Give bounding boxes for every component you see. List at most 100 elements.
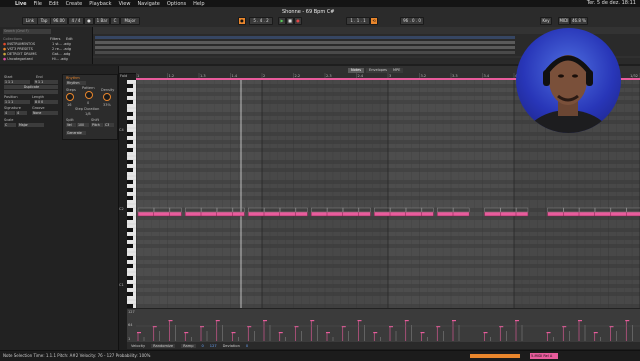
velocity-lane[interactable]: 127 64 1 (127, 308, 640, 343)
menu-file[interactable]: File (34, 1, 42, 7)
loop-bar[interactable] (4, 90, 58, 94)
step-duration-value: 1/8 (85, 112, 91, 116)
position-field[interactable]: 5 . 4 . 2 (249, 17, 273, 25)
scale-key-field[interactable]: C (4, 123, 16, 127)
play-icon[interactable]: ▶ (278, 17, 286, 25)
step-duration-label: Step Duration (75, 107, 100, 111)
browser-panel: Search (Cmd F) Collections ● INSTRUMENTO… (0, 27, 93, 64)
menu-edit[interactable]: Edit (49, 1, 59, 7)
midi-note (484, 211, 501, 217)
key-map-button[interactable]: Key (540, 17, 552, 25)
scale-field[interactable]: Major (120, 17, 140, 25)
ramp-button[interactable]: Ramp (181, 343, 196, 348)
ruler-label: 1.3 (200, 74, 206, 78)
signature-label: Signature (4, 106, 21, 110)
black-key (127, 92, 133, 96)
velocity-cap (231, 332, 236, 334)
black-key (127, 284, 133, 288)
scale-name-field[interactable]: Major (18, 123, 44, 127)
file-item[interactable]: Hi... .adg (52, 57, 68, 61)
collection-item[interactable]: ● DETROIT DRUMS (3, 52, 37, 56)
menu-options[interactable]: Options (167, 1, 186, 7)
menu-app[interactable]: Live (15, 1, 27, 7)
end-field[interactable]: 9 1 1 (34, 80, 58, 84)
song-title: Shonne - 69 Bpm C# (282, 9, 335, 15)
velocity-cap (278, 332, 283, 334)
generate-button[interactable]: Generate (66, 131, 86, 135)
velocity-cap (420, 332, 425, 334)
collection-item[interactable]: ● Uncategorized (3, 57, 33, 61)
length-field[interactable]: 8 0 0 (34, 100, 58, 104)
arrangement-record-icon[interactable]: ● (238, 17, 246, 25)
duplicate-button[interactable]: Duplicate (4, 85, 58, 89)
deviation-label: Deviation (222, 343, 240, 348)
velocity-value[interactable]: 127 (210, 344, 217, 348)
start-field[interactable]: 1 1 1 (4, 80, 30, 84)
menu-navigate[interactable]: Navigate (137, 1, 159, 7)
file-item[interactable]: Gat... .adg (52, 52, 70, 56)
stop-icon[interactable]: ■ (286, 17, 294, 25)
midi-note (610, 211, 627, 217)
velocity-field[interactable]: 100 (77, 123, 89, 127)
midi-note (358, 211, 371, 217)
velocity-cap (326, 332, 330, 334)
loop-length-field[interactable]: 96 . 0 . 0 (400, 17, 424, 25)
file-item[interactable]: 2 re... .adg (52, 47, 71, 51)
position-field[interactable]: 1 1 1 (4, 100, 30, 104)
fold-button[interactable]: Fold (120, 74, 127, 78)
piano-keyboard[interactable] (127, 80, 136, 344)
signature-den-field[interactable]: 4 (16, 111, 27, 115)
loop-toggle-icon[interactable]: ⟲ (370, 17, 378, 25)
note-tools-bar: Velocity Randomize Ramp 0 127 Deviation … (127, 342, 640, 349)
steps-knob[interactable] (66, 93, 74, 101)
clip-overview-strip[interactable] (470, 354, 520, 358)
midi-note (452, 211, 470, 217)
black-key (127, 148, 133, 152)
link-button[interactable]: Link (22, 17, 38, 25)
collection-item[interactable]: ● VST3 PRESETS (3, 47, 33, 51)
black-key (127, 132, 133, 136)
tap-button[interactable]: Tap (37, 17, 51, 25)
randomize-button[interactable]: Randomize (151, 343, 176, 348)
pitch-field[interactable]: C3 (104, 123, 114, 127)
ramp-value[interactable]: 0 (202, 344, 204, 348)
signature-num-field[interactable]: 4 (4, 111, 15, 115)
collection-item[interactable]: ● INSTRUMENTOS (3, 42, 35, 46)
density-knob[interactable] (103, 93, 111, 101)
edit-button[interactable]: Edit (66, 37, 73, 41)
file-item[interactable]: 1 st... .adg (52, 42, 71, 46)
menu-playback[interactable]: Playback (89, 1, 111, 7)
loop-start-field[interactable]: 1 . 1 . 1 (346, 17, 370, 25)
key-field[interactable]: C (110, 17, 120, 25)
track-name-badge[interactable]: 5-MIDI Rel A (530, 353, 558, 359)
clock: Ter. 5 de dez. 18:11 (586, 0, 636, 6)
grid-size-label[interactable]: 1/32 (630, 74, 638, 78)
groove-field[interactable]: None (32, 111, 58, 115)
status-bar: Note Selection Time: 1.1.1 Pitch: A#2 Ve… (0, 350, 640, 361)
velocity-cap (263, 320, 267, 322)
ruler-label: 3.4 (484, 74, 490, 78)
black-key (127, 276, 133, 280)
quantize-field[interactable]: 1 Bar (94, 17, 110, 25)
record-icon[interactable]: ● (294, 17, 302, 25)
pitch-label: Pitch (91, 123, 103, 127)
browser-search-input[interactable]: Search (Cmd F) (3, 29, 51, 34)
velocity-svg (136, 320, 640, 341)
pattern-knob[interactable] (85, 91, 93, 99)
split-label: Split (66, 118, 74, 122)
deviation-value[interactable]: 0 (246, 344, 248, 348)
rhythm-mode-select[interactable]: Rhythm (66, 81, 86, 85)
menu-create[interactable]: Create (66, 1, 83, 7)
midi-note (500, 211, 517, 217)
meter-field[interactable]: 4 / 4 (68, 17, 84, 25)
filters-button[interactable]: Filters (50, 37, 61, 41)
menu-help[interactable]: Help (193, 1, 204, 7)
midi-map-button[interactable]: MIDI (558, 17, 570, 25)
metronome-icon[interactable]: ● (84, 17, 94, 25)
end-label: End (36, 75, 43, 79)
menu-view[interactable]: View (119, 1, 131, 7)
black-key (127, 120, 133, 124)
collection-dot-icon: ● (3, 57, 7, 61)
tempo-field[interactable]: 96.00 (50, 17, 68, 25)
velocity-cap (215, 320, 220, 322)
